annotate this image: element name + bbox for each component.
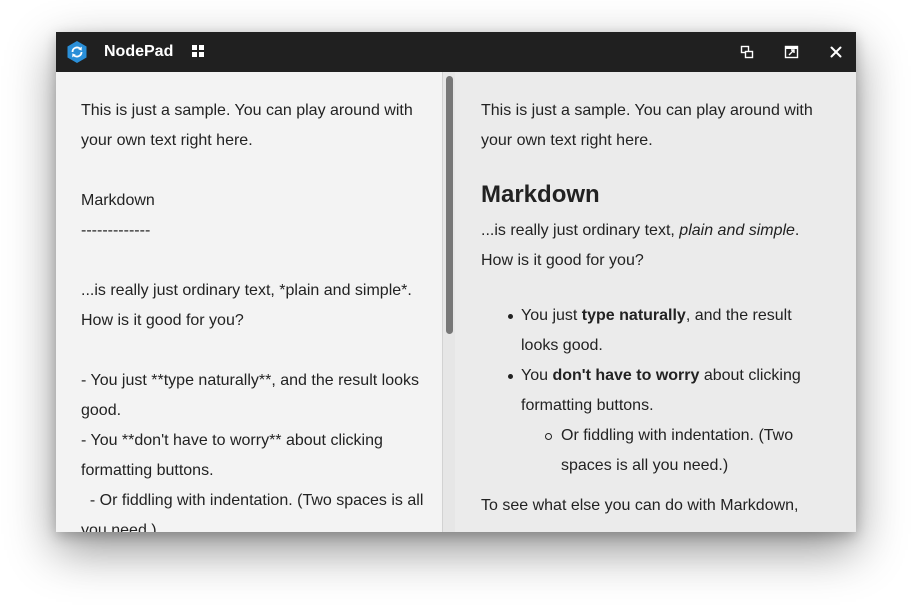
grid-icon[interactable] bbox=[191, 44, 205, 58]
app-window: NodePad This is just a sample. You can p… bbox=[56, 32, 856, 532]
para-text-start: ...is really just ordinary text, bbox=[481, 222, 680, 239]
bullet-text-start: You just bbox=[521, 307, 582, 324]
preview-intro: This is just a sample. You can play arou… bbox=[481, 102, 813, 149]
para-italic-text: plain and simple bbox=[679, 222, 795, 239]
title-bar: NodePad bbox=[56, 32, 856, 72]
scrollbar-thumb[interactable] bbox=[446, 76, 453, 334]
popout-icon[interactable] bbox=[782, 42, 802, 62]
markdown-editor[interactable]: This is just a sample. You can play arou… bbox=[56, 72, 442, 532]
markdown-preview: This is just a sample. You can play arou… bbox=[455, 72, 856, 532]
preview-sub-list: Or fiddling with indentation. (Two space… bbox=[521, 421, 831, 481]
app-logo-icon bbox=[65, 40, 89, 64]
preview-heading: Markdown bbox=[481, 181, 600, 208]
app-title: NodePad bbox=[104, 43, 174, 60]
list-item: You don't have to worry about clicking f… bbox=[481, 361, 831, 481]
bullet-text-start: You bbox=[521, 367, 553, 384]
restore-icon[interactable] bbox=[737, 42, 757, 62]
bullet-bold-text: type naturally bbox=[581, 307, 686, 324]
bullet-bold-text: don't have to worry bbox=[552, 367, 700, 384]
editor-textarea[interactable]: This is just a sample. You can play arou… bbox=[81, 96, 426, 532]
close-icon[interactable] bbox=[826, 42, 846, 62]
editor-scrollbar[interactable] bbox=[442, 72, 456, 532]
list-item: You just type naturally, and the result … bbox=[481, 301, 831, 361]
preview-paragraph: ...is really just ordinary text, plain a… bbox=[481, 216, 831, 276]
sub-list-item: Or fiddling with indentation. (Two space… bbox=[521, 421, 831, 481]
preview-last-paragraph: To see what else you can do with Markdow… bbox=[481, 497, 799, 514]
preview-bullet-list: You just type naturally, and the result … bbox=[481, 301, 831, 481]
